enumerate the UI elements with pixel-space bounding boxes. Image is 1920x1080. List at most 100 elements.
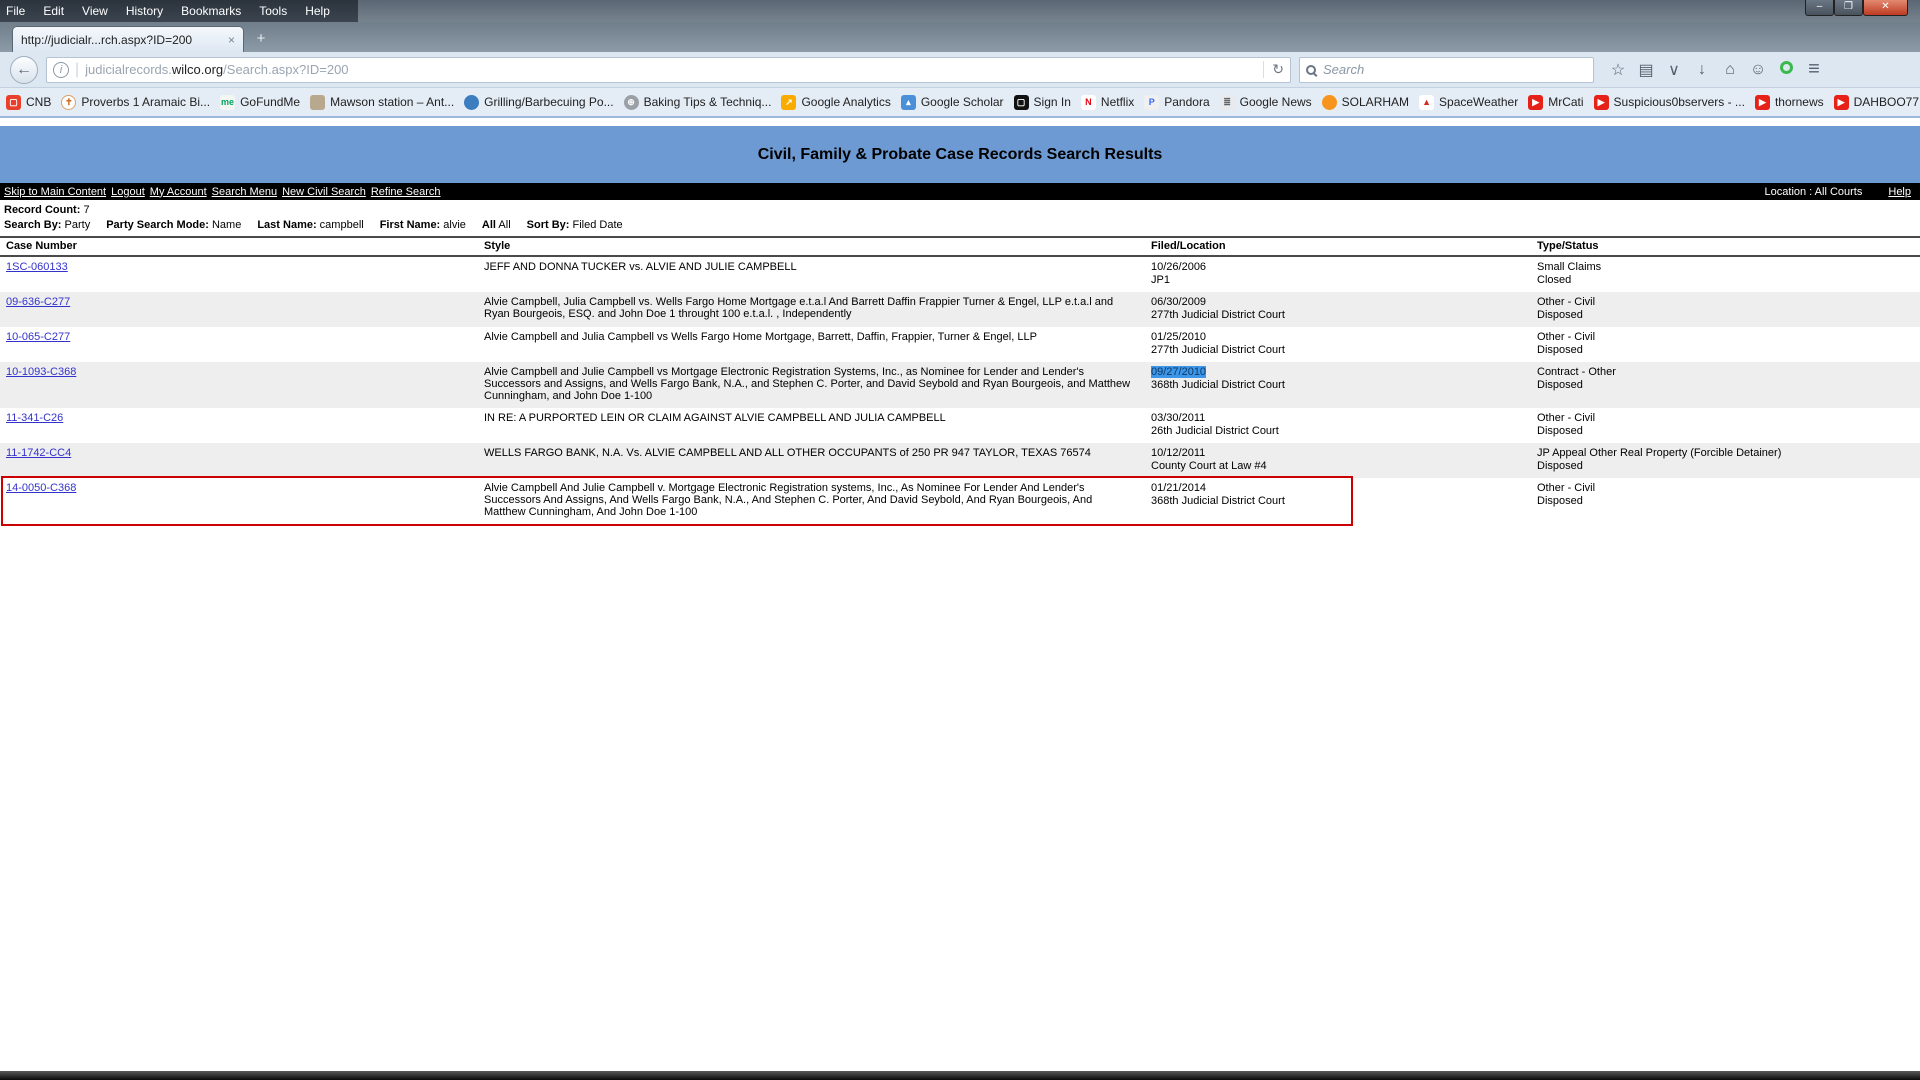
criteria-pair: First Name: alvie [380, 219, 466, 231]
minimize-button[interactable]: – [1805, 0, 1834, 16]
bookmark-item[interactable]: ▢ CNB [6, 95, 51, 110]
bookmark-item[interactable]: ▶DAHBOO77 [1834, 95, 1919, 110]
site-nav-my-account[interactable]: My Account [150, 186, 207, 198]
site-nav-skip-to-main-content[interactable]: Skip to Main Content [4, 186, 106, 198]
case-number-link[interactable]: 10-065-C277 [6, 331, 70, 343]
extension-green-icon[interactable] [1772, 61, 1800, 79]
download-icon[interactable]: ↓ [1688, 61, 1716, 79]
site-nav-search-menu[interactable]: Search Menu [212, 186, 277, 198]
bookmark-label: Pandora [1164, 95, 1209, 109]
bookmark-item[interactable]: ≣Google News [1220, 95, 1312, 110]
bookmark-favicon-icon: ↗ [781, 95, 796, 110]
bookmark-favicon-icon: ▢ [1014, 95, 1029, 110]
bookmark-item[interactable]: Mawson station – Ant... [310, 95, 454, 110]
site-nav-refine-search[interactable]: Refine Search [371, 186, 441, 198]
case-number-link[interactable]: 10-1093-C368 [6, 366, 76, 378]
case-number-link[interactable]: 09-636-C277 [6, 296, 70, 308]
case-number-link[interactable]: 11-1742-CC4 [6, 447, 71, 459]
bookmark-label: CNB [26, 95, 51, 109]
case-style: JEFF AND DONNA TUCKER vs. ALVIE AND JULI… [478, 261, 1145, 286]
site-nav-links: Skip to Main Content Logout My Account Sear… [4, 186, 446, 198]
table-row: 10-065-C277 Alvie Campbell and Julia Cam… [0, 327, 1920, 362]
case-status: Disposed [1537, 309, 1920, 321]
search-icon [1306, 65, 1316, 75]
site-nav-new-civil-search[interactable]: New Civil Search [282, 186, 366, 198]
url-bar[interactable]: i | judicialrecords.wilco.org/Search.asp… [46, 57, 1291, 83]
bookmark-item[interactable]: ▶MrCati [1528, 95, 1583, 110]
search-bar[interactable]: Search [1299, 57, 1594, 83]
bookmark-favicon-icon: ⊕ [624, 95, 639, 110]
case-number-cell: 14-0050-C368 [0, 482, 478, 518]
navigation-toolbar: ← i | judicialrecords.wilco.org/Search.a… [0, 52, 1920, 88]
bookmark-item[interactable]: PPandora [1144, 95, 1209, 110]
site-navbar: Skip to Main Content Logout My Account Sear… [0, 183, 1920, 200]
case-number-cell: 10-065-C277 [0, 331, 478, 356]
bookmark-item[interactable]: NNetflix [1081, 95, 1134, 110]
menu-file[interactable]: File [6, 4, 25, 18]
pocket-icon[interactable]: ∨ [1660, 60, 1688, 80]
help-link[interactable]: Help [1888, 186, 1911, 198]
case-style: Alvie Campbell and Julie Campbell vs Mor… [478, 366, 1145, 402]
feedback-smiley-icon[interactable]: ☺ [1744, 61, 1772, 79]
bookmark-favicon-icon [1322, 95, 1337, 110]
bookmark-label: Mawson station – Ant... [330, 95, 454, 109]
bookmark-item[interactable]: Grilling/Barbecuing Po... [464, 95, 613, 110]
case-number-link[interactable]: 14-0050-C368 [6, 482, 76, 494]
filed-date: 01/25/2010 [1151, 331, 1206, 343]
case-type: Small Claims [1537, 261, 1920, 273]
case-type-status: Small Claims Closed [1531, 261, 1920, 286]
library-icon[interactable]: ▤ [1632, 60, 1660, 80]
case-status: Disposed [1537, 425, 1920, 437]
bookmark-item[interactable]: ✝Proverbs 1 Aramaic Bi... [61, 95, 210, 110]
bookmark-star-icon[interactable]: ☆ [1604, 60, 1632, 80]
menu-bar: File Edit View History Bookmarks Tools Help [0, 0, 358, 22]
close-button[interactable]: ✕ [1863, 0, 1908, 16]
bookmark-item[interactable]: ▴Google Scholar [901, 95, 1004, 110]
site-nav-logout[interactable]: Logout [111, 186, 145, 198]
filed-date: 10/12/2011 [1151, 447, 1205, 459]
bookmark-item[interactable]: ⊕Baking Tips & Techniq... [624, 95, 772, 110]
case-style: Alvie Campbell, Julia Campbell vs. Wells… [478, 296, 1145, 321]
page-content: Civil, Family & Probate Case Records Sea… [0, 121, 1920, 1071]
case-number-link[interactable]: 11-341-C26 [6, 412, 63, 424]
url-separator: | [75, 61, 79, 79]
bookmark-item[interactable]: meGoFundMe [220, 95, 300, 110]
bookmark-item[interactable]: ▶thornews [1755, 95, 1824, 110]
menu-view[interactable]: View [82, 4, 108, 18]
bookmark-item[interactable]: ▢Sign In [1014, 95, 1071, 110]
bookmark-item[interactable]: ▲SpaceWeather [1419, 95, 1518, 110]
home-icon[interactable]: ⌂ [1716, 61, 1744, 79]
case-status: Disposed [1537, 460, 1920, 472]
menu-history[interactable]: History [126, 4, 163, 18]
back-button[interactable]: ← [10, 56, 38, 84]
table-row: 09-636-C277 Alvie Campbell, Julia Campbe… [0, 292, 1920, 327]
filed-date: 06/30/2009 [1151, 296, 1206, 308]
tab-close-icon[interactable]: × [228, 33, 235, 47]
case-type-status: Contract - Other Disposed [1531, 366, 1920, 402]
record-count: Record Count: 7 [0, 200, 1920, 216]
bookmark-item[interactable]: SOLARHAM [1322, 95, 1409, 110]
case-type: Other - Civil [1537, 412, 1920, 424]
new-tab-button[interactable]: + [248, 29, 274, 49]
browser-tab[interactable]: http://judicialr...rch.aspx?ID=200 × [12, 26, 244, 52]
bookmark-favicon-icon: ▲ [1419, 95, 1434, 110]
menu-bookmarks[interactable]: Bookmarks [181, 4, 241, 18]
bookmark-label: GoFundMe [240, 95, 300, 109]
case-style: Alvie Campbell And Julie Campbell v. Mor… [478, 482, 1145, 518]
record-count-value: 7 [83, 204, 89, 216]
menu-tools[interactable]: Tools [259, 4, 287, 18]
menu-icon[interactable]: ≡ [1800, 58, 1828, 81]
site-info-icon[interactable]: i [53, 62, 69, 78]
criteria-pair: Last Name: campbell [257, 219, 363, 231]
location-text: Location : All Courts [1765, 186, 1863, 198]
case-style: IN RE: A PURPORTED LEIN OR CLAIM AGAINST… [478, 412, 1145, 437]
case-number-link[interactable]: 1SC-060133 [6, 261, 68, 273]
menu-edit[interactable]: Edit [43, 4, 64, 18]
bookmark-favicon-icon: ▢ [6, 95, 21, 110]
restore-button[interactable]: ❐ [1834, 0, 1863, 16]
bookmark-item[interactable]: ↗Google Analytics [781, 95, 890, 110]
results-table: 1SC-060133 JEFF AND DONNA TUCKER vs. ALV… [0, 257, 1920, 524]
reload-icon[interactable]: ↻ [1263, 61, 1284, 78]
bookmark-item[interactable]: ▶Suspicious0bservers - ... [1594, 95, 1745, 110]
menu-help[interactable]: Help [305, 4, 330, 18]
